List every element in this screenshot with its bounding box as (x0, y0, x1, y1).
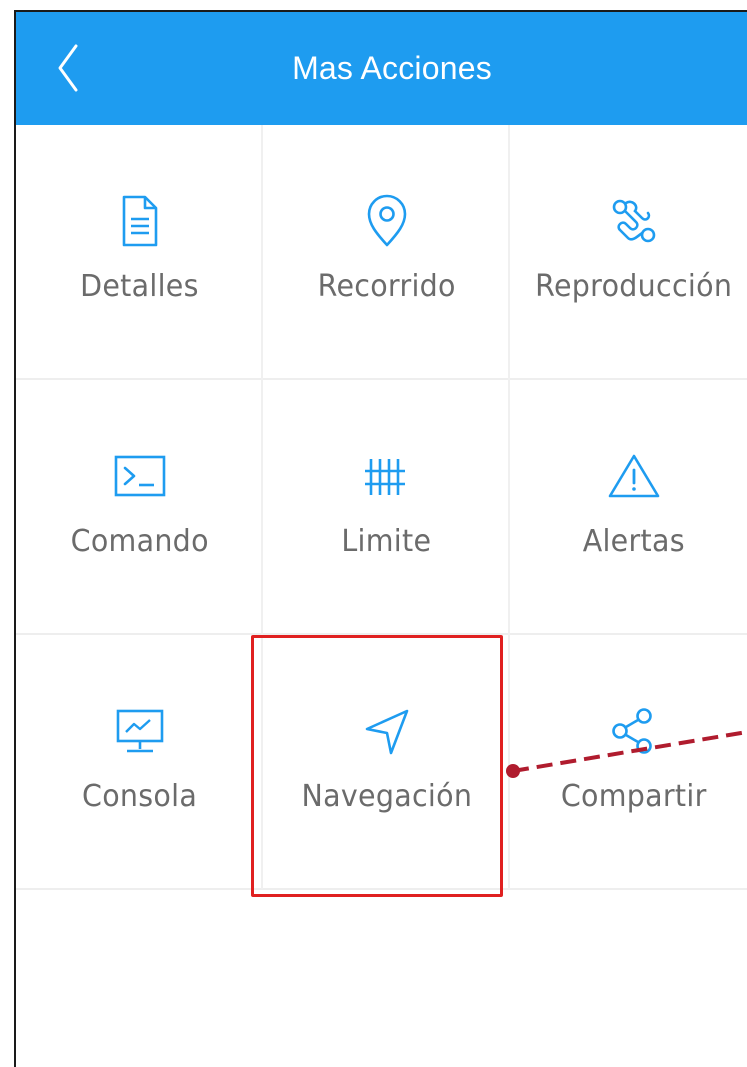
action-label: Navegación (301, 779, 472, 814)
action-label: Reproducción (534, 269, 733, 304)
grid-divider (16, 633, 747, 635)
action-console[interactable]: Consola (16, 635, 263, 890)
grid-divider (261, 125, 263, 889)
action-label: Comando (70, 524, 209, 559)
action-share[interactable]: Compartir (510, 635, 747, 890)
app-frame: Mas Acciones Detalles Recorrido Reproduc… (14, 10, 747, 1067)
chevron-left-icon (58, 44, 78, 92)
action-navigation[interactable]: Navegación (263, 635, 510, 890)
action-label: Detalles (80, 269, 199, 304)
action-label: Consola (81, 779, 198, 814)
grid-divider (16, 378, 747, 380)
navigation-arrow-icon (357, 701, 417, 761)
route-playback-icon (604, 191, 664, 251)
page-title: Mas Acciones (292, 50, 492, 86)
app-header: Mas Acciones (16, 12, 747, 125)
action-details[interactable]: Detalles (16, 125, 263, 380)
action-limit[interactable]: Limite (263, 380, 510, 635)
action-command[interactable]: Comando (16, 380, 263, 635)
share-icon (604, 701, 664, 761)
document-icon (110, 191, 170, 251)
warning-triangle-icon (604, 446, 664, 506)
action-label: Compartir (560, 779, 707, 814)
grid-divider (508, 125, 510, 889)
fence-icon (357, 446, 417, 506)
actions-grid: Detalles Recorrido Reproducción Comando … (16, 125, 747, 890)
action-label: Recorrido (317, 269, 456, 304)
grid-divider (16, 888, 747, 890)
location-pin-icon (357, 191, 417, 251)
action-playback[interactable]: Reproducción (510, 125, 747, 380)
action-label: Limite (341, 524, 432, 559)
action-label: Alertas (582, 524, 685, 559)
terminal-icon (110, 446, 170, 506)
action-alerts[interactable]: Alertas (510, 380, 747, 635)
action-route[interactable]: Recorrido (263, 125, 510, 380)
monitor-chart-icon (110, 701, 170, 761)
back-button[interactable] (46, 38, 96, 98)
